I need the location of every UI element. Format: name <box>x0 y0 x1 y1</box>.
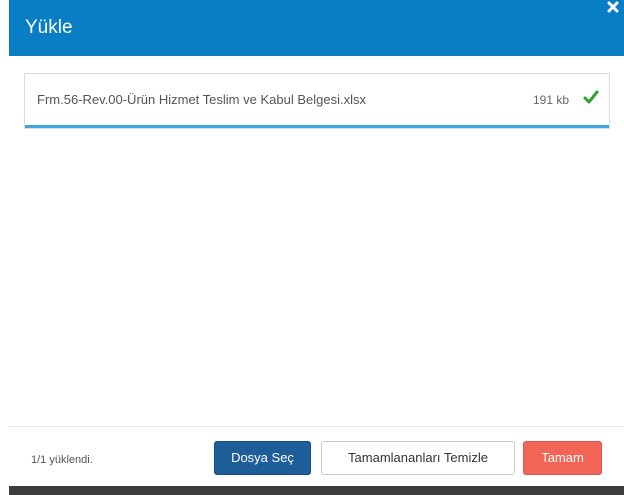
file-size: 191 kb <box>532 93 569 107</box>
upload-status-text: 1/1 yüklendi. <box>31 454 93 466</box>
check-icon <box>583 89 599 105</box>
upload-dialog: Yükle Frm.56-Rev.00-Ürün Hizmet Teslim v… <box>0 0 624 495</box>
dialog-header: Yükle <box>9 0 624 56</box>
clear-completed-button[interactable]: Tamamlananları Temizle <box>321 441 515 475</box>
upload-progress-fill <box>25 125 609 128</box>
choose-file-button[interactable]: Dosya Seç <box>214 441 311 475</box>
file-name: Frm.56-Rev.00-Ürün Hizmet Teslim ve Kabu… <box>37 92 366 107</box>
file-list: Frm.56-Rev.00-Ürün Hizmet Teslim ve Kabu… <box>9 56 624 426</box>
file-list-item: Frm.56-Rev.00-Ürün Hizmet Teslim ve Kabu… <box>24 73 610 129</box>
dialog-footer: 1/1 yüklendi. Dosya Seç Tamamlananları T… <box>9 426 624 486</box>
ok-button[interactable]: Tamam <box>523 441 602 475</box>
dialog-title: Yükle <box>25 17 73 38</box>
close-icon[interactable] <box>606 0 622 16</box>
bottom-edge <box>9 486 624 495</box>
upload-progress-bar <box>25 125 609 128</box>
